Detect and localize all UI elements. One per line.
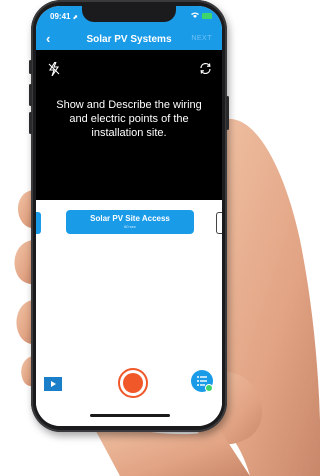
camera-flip-icon[interactable] — [199, 62, 212, 75]
prompt-carousel: Solar PV Site Access 60 sec — [36, 200, 222, 426]
prompt-title: Solar PV Site Access — [90, 214, 170, 223]
notch — [82, 6, 176, 22]
previous-card[interactable] — [36, 212, 41, 234]
status-time: 09:41 ⬈ — [50, 12, 78, 21]
current-prompt-card[interactable]: Solar PV Site Access 60 sec — [66, 210, 194, 234]
phone-screen: 09:41 ⬈ ‹ Solar PV Systems NEXT Show and… — [36, 6, 222, 426]
camera-preview: Show and Describe the wiring and electri… — [36, 50, 222, 200]
stage: 09:41 ⬈ ‹ Solar PV Systems NEXT Show and… — [0, 0, 320, 476]
next-card[interactable] — [216, 212, 222, 234]
nav-bar: ‹ Solar PV Systems NEXT — [36, 28, 222, 50]
instruction-text: Show and Describe the wiring and electri… — [56, 99, 202, 139]
next-button[interactable]: NEXT — [191, 35, 212, 42]
record-button[interactable] — [118, 368, 148, 398]
prompt-duration: 60 sec — [124, 224, 136, 229]
status-icons — [191, 12, 212, 20]
side-button — [29, 60, 32, 74]
volume-down-button — [29, 112, 32, 134]
wifi-icon — [191, 12, 199, 20]
battery-icon — [202, 13, 212, 19]
home-indicator[interactable] — [90, 414, 170, 417]
flash-off-icon[interactable] — [48, 62, 60, 76]
video-thumbnail-icon[interactable] — [43, 376, 63, 392]
list-badge — [205, 384, 213, 392]
list-button[interactable] — [191, 370, 213, 392]
volume-up-button — [29, 84, 32, 106]
record-icon — [123, 373, 143, 393]
power-button — [226, 96, 229, 130]
